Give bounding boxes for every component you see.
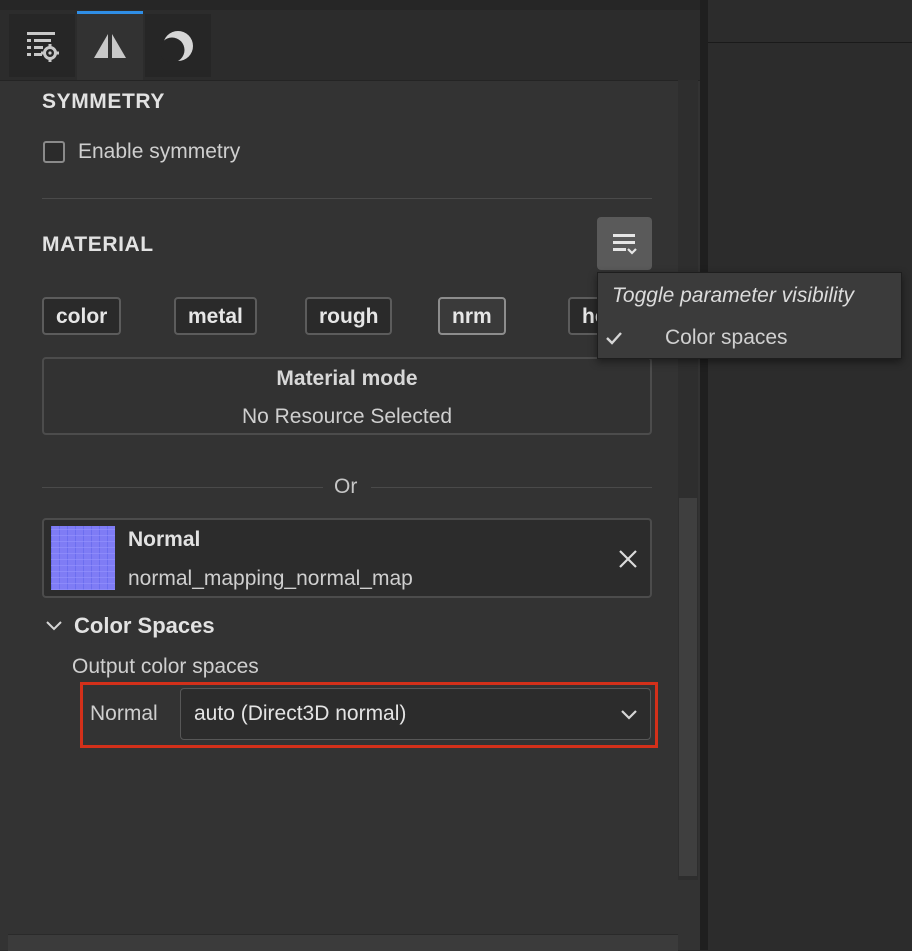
material-mode-dropzone[interactable]: Material mode No Resource Selected [42,357,652,435]
chip-nrm[interactable]: nrm [438,297,506,335]
filter-list-icon [612,233,637,255]
normal-colorspace-select[interactable]: auto (Direct3D normal) [180,688,651,740]
panel-splitter[interactable] [700,0,708,950]
tab-settings[interactable] [9,14,75,77]
moon-icon [161,30,193,62]
menu-item-color-spaces[interactable]: Color spaces [598,321,901,357]
close-icon[interactable] [616,547,640,571]
menu-item-label: Color spaces [665,326,788,349]
chevron-down-icon[interactable] [44,616,64,636]
channel-chips: color metal rough nrm height [42,297,598,337]
normal-colorspace-value: auto (Direct3D normal) [194,702,407,725]
enable-symmetry-label[interactable]: Enable symmetry [78,140,240,164]
chip-metal[interactable]: metal [174,297,257,335]
or-divider-right [371,487,652,488]
tab-symmetry[interactable] [77,11,143,80]
material-mode-title: Material mode [276,367,418,390]
horizontal-scrollbar[interactable] [8,934,678,951]
viewport-area [708,0,912,950]
checkmark-icon [606,332,622,345]
material-mode-status: No Resource Selected [241,405,453,428]
enable-symmetry-checkbox[interactable] [43,141,65,163]
section-divider [42,198,652,199]
parameter-visibility-menu: Toggle parameter visibility Color spaces [597,272,902,359]
tab-lighting[interactable] [145,14,211,77]
panel-top-strip [0,0,700,10]
chip-color[interactable]: color [42,297,122,335]
chevron-down-icon [621,710,637,720]
menu-title: Toggle parameter visibility [612,284,855,307]
color-spaces-header[interactable]: Color Spaces [74,613,215,639]
material-section-title: MATERIAL [42,233,154,256]
normal-map-thumbnail [51,526,115,590]
scrollbar-thumb[interactable] [679,498,697,876]
resource-name: normal_mapping_normal_map [128,567,413,590]
output-color-spaces-label: Output color spaces [72,655,259,678]
chip-rough[interactable]: rough [305,297,393,335]
symmetry-section-title: SYMMETRY [42,90,166,113]
parameter-visibility-button[interactable] [597,217,652,270]
or-divider-left [42,487,323,488]
symmetry-icon [94,34,126,58]
resource-channel-title: Normal [128,528,201,551]
settings-list-icon [27,31,59,62]
viewport-divider [708,42,912,43]
or-label: Or [334,475,358,498]
normal-resource-slot[interactable]: Normal normal_mapping_normal_map [42,518,652,598]
tab-bar [0,10,700,81]
chip-height[interactable]: height [568,297,598,335]
normal-colorspace-label: Normal [90,702,158,725]
